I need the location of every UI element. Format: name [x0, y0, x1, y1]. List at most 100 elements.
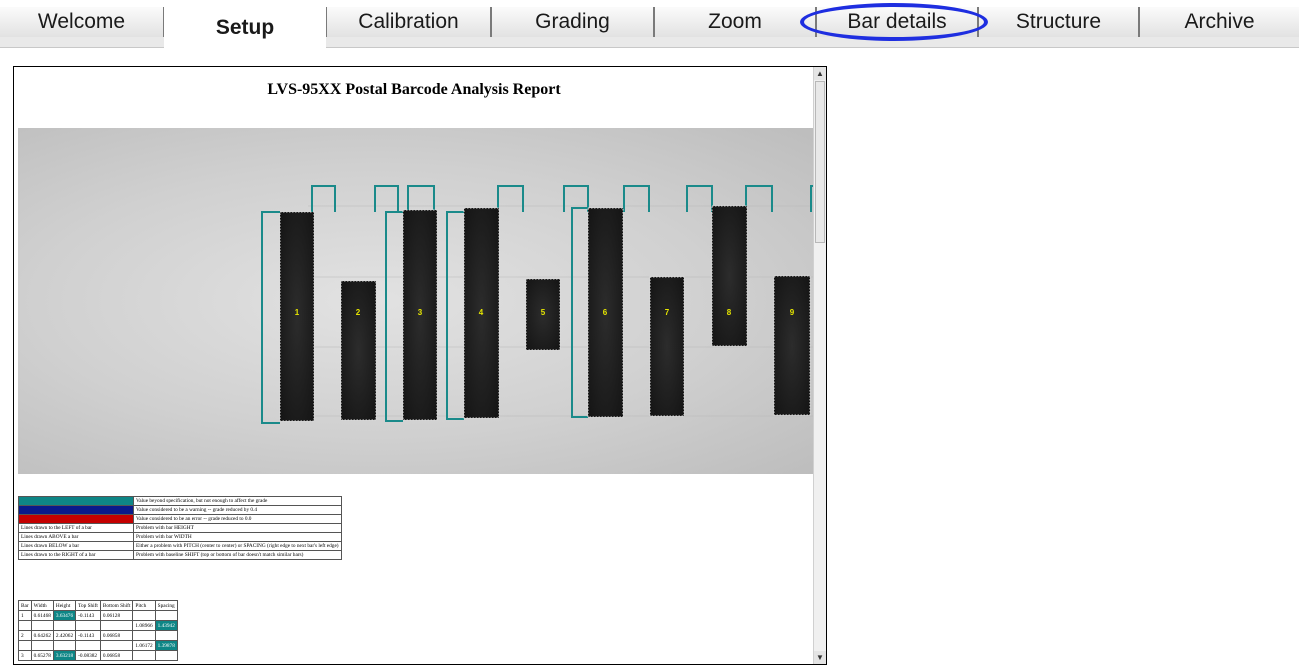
- vertical-scrollbar[interactable]: ▲ ▼: [813, 67, 826, 664]
- table-cell: [132, 650, 156, 661]
- legend-table: Value beyond specification, but not enou…: [18, 496, 342, 560]
- tab-zoom[interactable]: Zoom: [654, 7, 816, 37]
- bar-8: [711, 205, 748, 347]
- legend-swatch-red: [18, 514, 134, 524]
- tab-archive[interactable]: Archive: [1139, 7, 1299, 37]
- table-cell: 1.08966: [132, 620, 156, 631]
- table-cell: 1.39878: [154, 640, 178, 651]
- legend-key: Lines drawn to the RIGHT of a bar: [18, 550, 134, 560]
- bar-number: 7: [665, 308, 670, 317]
- legend-key: Lines drawn BELOW a bar: [18, 541, 134, 551]
- tab-welcome[interactable]: Welcome: [0, 7, 164, 37]
- tab-calibration[interactable]: Calibration: [326, 7, 491, 37]
- legend-text: Value considered to be a warning -- grad…: [133, 505, 342, 515]
- table-cell: 3: [18, 650, 32, 661]
- outline-bar-6-left: [571, 207, 588, 418]
- table-cell: [75, 640, 101, 651]
- scroll-up-arrow-icon[interactable]: ▲: [814, 67, 826, 80]
- barcode-image: 1 2 3 4 5 6 7 8 9: [18, 128, 814, 474]
- legend-text: Either a problem with PITCH (center to c…: [133, 541, 342, 551]
- report-title: LVS-95XX Postal Barcode Analysis Report: [267, 81, 561, 98]
- legend-row: Value considered to be a warning -- grad…: [18, 505, 342, 515]
- column-header: Top Shift: [75, 600, 101, 611]
- table-cell: 0.65278: [30, 650, 54, 661]
- table-cell: [52, 640, 77, 651]
- legend-row: Value beyond specification, but not enou…: [18, 496, 342, 506]
- legend-row: Lines drawn BELOW a bar Either a problem…: [18, 541, 342, 551]
- legend-swatch-teal: [18, 496, 134, 506]
- bar-number: 4: [479, 308, 484, 317]
- legend-key: Lines drawn to the LEFT of a bar: [18, 523, 134, 533]
- bar-9: [773, 275, 811, 416]
- table-cell: [99, 640, 134, 651]
- scrollbar-thumb[interactable]: [815, 81, 825, 243]
- tab-grading[interactable]: Grading: [491, 7, 654, 37]
- tab-structure[interactable]: Structure: [978, 7, 1139, 37]
- bar-number: 3: [418, 308, 423, 317]
- legend-text: Problem with bar HEIGHT: [133, 523, 342, 533]
- tab-setup[interactable]: Setup: [164, 7, 326, 48]
- table-cell: 0.06858: [99, 650, 134, 661]
- table-cell: [75, 620, 101, 631]
- outline-bar-3-left: [385, 211, 403, 422]
- table-cell: [154, 630, 178, 641]
- table-cell: -0.08382: [75, 650, 101, 661]
- table-row: 1 0.61468 3.63476 -0.1143 0.06128: [18, 610, 178, 621]
- table-cell: 0.06858: [99, 630, 134, 641]
- tab-bar-details[interactable]: Bar details: [816, 7, 978, 37]
- outline-bar-6-top: [623, 185, 650, 212]
- table-cell: [132, 630, 156, 641]
- legend-row: Value considered to be an error -- grade…: [18, 514, 342, 524]
- outline-bar-1-left: [261, 211, 280, 424]
- legend-text: Value beyond specification, but not enou…: [133, 496, 342, 506]
- table-row: 2 0.64262 2.42062 -0.1143 0.06858: [18, 630, 178, 641]
- legend-text: Problem with bar WIDTH: [133, 532, 342, 542]
- outline-bar-3-top: [407, 185, 435, 212]
- table-cell: 1.06172: [132, 640, 156, 651]
- bar-7: [649, 276, 685, 417]
- table-cell: [154, 610, 178, 621]
- column-header: Bar: [18, 600, 32, 611]
- outline-bar-7-top: [686, 185, 713, 212]
- legend-swatch-blue: [18, 505, 134, 515]
- table-cell: [30, 640, 54, 651]
- outline-bar-4-left: [446, 211, 464, 420]
- table-cell: 0.64262: [30, 630, 54, 641]
- table-header-row: Bar Width Height Top Shift Bottom Shift …: [18, 600, 178, 611]
- tab-bar: Welcome Setup Calibration Grading Zoom B…: [0, 0, 1299, 48]
- table-cell: [18, 620, 32, 631]
- table-cell: 0.06128: [99, 610, 134, 621]
- bar-number: 5: [541, 308, 546, 317]
- outline-bar-1-top: [311, 185, 336, 212]
- legend-text: Problem with baseline SHIFT (top or bott…: [133, 550, 342, 560]
- table-row: 1.06172 1.39878: [18, 640, 178, 651]
- outline-bar-2-top: [374, 185, 399, 212]
- table-cell: [30, 620, 54, 631]
- column-header: Width: [30, 600, 54, 611]
- scroll-down-arrow-icon[interactable]: ▼: [814, 651, 826, 664]
- bar-number: 2: [356, 308, 361, 317]
- legend-row: Lines drawn to the LEFT of a bar Problem…: [18, 523, 342, 533]
- table-cell: 3.63476: [52, 610, 77, 621]
- table-cell: 2: [18, 630, 32, 641]
- report-frame: LVS-95XX Postal Barcode Analysis Report: [13, 66, 827, 665]
- table-cell: [52, 620, 77, 631]
- bar-number: 1: [295, 308, 300, 317]
- legend-key: Lines drawn ABOVE a bar: [18, 532, 134, 542]
- table-cell: -0.1143: [75, 610, 101, 621]
- table-cell: [99, 620, 134, 631]
- outline-bar-8-top: [745, 185, 773, 212]
- column-header: Spacing: [154, 600, 178, 611]
- table-row: 1.08966 1.43942: [18, 620, 178, 631]
- column-header: Pitch: [132, 600, 156, 611]
- legend-text: Value considered to be an error -- grade…: [133, 514, 342, 524]
- outline-bar-4-top: [497, 185, 524, 212]
- column-header: Height: [52, 600, 77, 611]
- table-cell: [154, 650, 178, 661]
- bar-number: 6: [603, 308, 608, 317]
- bar-details-table: Bar Width Height Top Shift Bottom Shift …: [18, 600, 178, 661]
- bar-number: 8: [727, 308, 732, 317]
- bar-number: 9: [790, 308, 795, 317]
- legend-row: Lines drawn ABOVE a bar Problem with bar…: [18, 532, 342, 542]
- bar-2: [340, 280, 377, 421]
